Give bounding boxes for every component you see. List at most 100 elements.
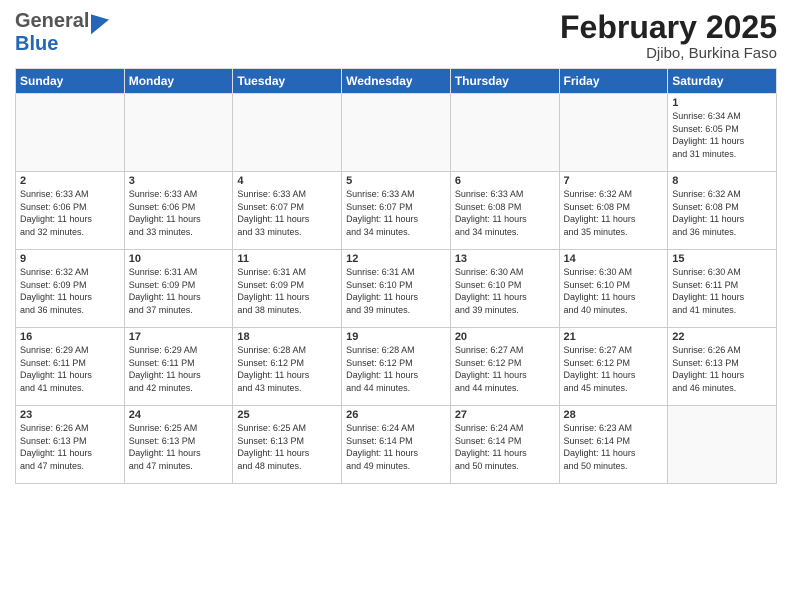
day-info: Sunrise: 6:31 AMSunset: 6:09 PMDaylight:… xyxy=(129,266,229,316)
table-row: 16Sunrise: 6:29 AMSunset: 6:11 PMDayligh… xyxy=(16,328,125,406)
table-row: 6Sunrise: 6:33 AMSunset: 6:08 PMDaylight… xyxy=(450,172,559,250)
table-row: 25Sunrise: 6:25 AMSunset: 6:13 PMDayligh… xyxy=(233,406,342,484)
calendar-week-row: 2 Sunrise: 6:33 AMSunset: 6:06 PMDaylight… xyxy=(16,172,777,250)
day-info: Sunrise: 6:24 AMSunset: 6:14 PMDaylight:… xyxy=(455,422,555,472)
day-info: Sunrise: 6:25 AMSunset: 6:13 PMDaylight:… xyxy=(237,422,337,472)
day-number: 12 xyxy=(346,253,446,265)
table-row: 4Sunrise: 6:33 AMSunset: 6:07 PMDaylight… xyxy=(233,172,342,250)
table-row: 17Sunrise: 6:29 AMSunset: 6:11 PMDayligh… xyxy=(124,328,233,406)
day-number: 1 xyxy=(672,97,772,109)
table-row: 22Sunrise: 6:26 AMSunset: 6:13 PMDayligh… xyxy=(668,328,777,406)
day-info: Sunrise: 6:31 AMSunset: 6:10 PMDaylight:… xyxy=(346,266,446,316)
col-wednesday: Wednesday xyxy=(342,69,451,94)
calendar-week-row: 16Sunrise: 6:29 AMSunset: 6:11 PMDayligh… xyxy=(16,328,777,406)
table-row xyxy=(450,94,559,172)
table-row: 20Sunrise: 6:27 AMSunset: 6:12 PMDayligh… xyxy=(450,328,559,406)
day-info: Sunrise: 6:33 AMSunset: 6:08 PMDaylight:… xyxy=(455,188,555,238)
day-info: Sunrise: 6:28 AMSunset: 6:12 PMDaylight:… xyxy=(237,344,337,394)
day-info: Sunrise: 6:28 AMSunset: 6:12 PMDaylight:… xyxy=(346,344,446,394)
table-row: 5Sunrise: 6:33 AMSunset: 6:07 PMDaylight… xyxy=(342,172,451,250)
day-number: 8 xyxy=(672,175,772,187)
day-number: 17 xyxy=(129,331,229,343)
logo: General Blue xyxy=(15,10,111,56)
table-row: 15Sunrise: 6:30 AMSunset: 6:11 PMDayligh… xyxy=(668,250,777,328)
page-container: General Blue February 2025 Djibo, Burkin… xyxy=(0,0,792,494)
col-thursday: Thursday xyxy=(450,69,559,94)
day-number: 20 xyxy=(455,331,555,343)
col-saturday: Saturday xyxy=(668,69,777,94)
table-row: 7Sunrise: 6:32 AMSunset: 6:08 PMDaylight… xyxy=(559,172,668,250)
col-sunday: Sunday xyxy=(16,69,125,94)
day-number: 23 xyxy=(20,409,120,421)
table-row: 27Sunrise: 6:24 AMSunset: 6:14 PMDayligh… xyxy=(450,406,559,484)
table-row: 10Sunrise: 6:31 AMSunset: 6:09 PMDayligh… xyxy=(124,250,233,328)
day-number: 27 xyxy=(455,409,555,421)
table-row xyxy=(559,94,668,172)
day-info: Sunrise: 6:30 AMSunset: 6:10 PMDaylight:… xyxy=(455,266,555,316)
table-row xyxy=(16,94,125,172)
day-number: 10 xyxy=(129,253,229,265)
day-info: Sunrise: 6:27 AMSunset: 6:12 PMDaylight:… xyxy=(564,344,664,394)
day-info: Sunrise: 6:30 AMSunset: 6:11 PMDaylight:… xyxy=(672,266,772,316)
table-row xyxy=(342,94,451,172)
calendar-header-row: Sunday Monday Tuesday Wednesday Thursday… xyxy=(16,69,777,94)
location: Djibo, Burkina Faso xyxy=(560,45,777,62)
calendar-week-row: 1Sunrise: 6:34 AMSunset: 6:05 PMDaylight… xyxy=(16,94,777,172)
table-row: 18Sunrise: 6:28 AMSunset: 6:12 PMDayligh… xyxy=(233,328,342,406)
day-number: 24 xyxy=(129,409,229,421)
table-row: 23Sunrise: 6:26 AMSunset: 6:13 PMDayligh… xyxy=(16,406,125,484)
table-row: 13Sunrise: 6:30 AMSunset: 6:10 PMDayligh… xyxy=(450,250,559,328)
col-tuesday: Tuesday xyxy=(233,69,342,94)
day-info: Sunrise: 6:32 AMSunset: 6:08 PMDaylight:… xyxy=(672,188,772,238)
day-info: Sunrise: 6:25 AMSunset: 6:13 PMDaylight:… xyxy=(129,422,229,472)
day-number: 3 xyxy=(129,175,229,187)
day-number: 15 xyxy=(672,253,772,265)
table-row xyxy=(124,94,233,172)
day-info: Sunrise: 6:24 AMSunset: 6:14 PMDaylight:… xyxy=(346,422,446,472)
day-info: Sunrise: 6:33 AMSunset: 6:07 PMDaylight:… xyxy=(346,188,446,238)
logo-triangle-icon xyxy=(91,9,109,34)
day-info: Sunrise: 6:23 AMSunset: 6:14 PMDaylight:… xyxy=(564,422,664,472)
calendar-week-row: 9Sunrise: 6:32 AMSunset: 6:09 PMDaylight… xyxy=(16,250,777,328)
day-number: 2 xyxy=(20,175,120,187)
day-number: 25 xyxy=(237,409,337,421)
logo-blue-text: Blue xyxy=(15,33,58,56)
day-number: 16 xyxy=(20,331,120,343)
day-number: 28 xyxy=(564,409,664,421)
day-number: 11 xyxy=(237,253,337,265)
day-info: Sunrise: 6:31 AMSunset: 6:09 PMDaylight:… xyxy=(237,266,337,316)
day-info: Sunrise: 6:26 AMSunset: 6:13 PMDaylight:… xyxy=(672,344,772,394)
table-row xyxy=(233,94,342,172)
day-info: Sunrise: 6:33 AMSunset: 6:06 PMDaylight:… xyxy=(129,188,229,238)
day-number: 26 xyxy=(346,409,446,421)
col-monday: Monday xyxy=(124,69,233,94)
logo-general-text: General xyxy=(15,10,89,33)
table-row: 14Sunrise: 6:30 AMSunset: 6:10 PMDayligh… xyxy=(559,250,668,328)
table-row: 9Sunrise: 6:32 AMSunset: 6:09 PMDaylight… xyxy=(16,250,125,328)
table-row: 28Sunrise: 6:23 AMSunset: 6:14 PMDayligh… xyxy=(559,406,668,484)
day-number: 6 xyxy=(455,175,555,187)
day-number: 14 xyxy=(564,253,664,265)
table-row: 26Sunrise: 6:24 AMSunset: 6:14 PMDayligh… xyxy=(342,406,451,484)
table-row: 1Sunrise: 6:34 AMSunset: 6:05 PMDaylight… xyxy=(668,94,777,172)
day-info: Sunrise: 6:29 AMSunset: 6:11 PMDaylight:… xyxy=(20,344,120,394)
day-number: 4 xyxy=(237,175,337,187)
day-number: 21 xyxy=(564,331,664,343)
day-info: Sunrise: 6:27 AMSunset: 6:12 PMDaylight:… xyxy=(455,344,555,394)
day-info: Sunrise: 6:32 AMSunset: 6:08 PMDaylight:… xyxy=(564,188,664,238)
table-row: 11Sunrise: 6:31 AMSunset: 6:09 PMDayligh… xyxy=(233,250,342,328)
day-info: Sunrise: 6:29 AMSunset: 6:11 PMDaylight:… xyxy=(129,344,229,394)
col-friday: Friday xyxy=(559,69,668,94)
month-title: February 2025 xyxy=(560,10,777,45)
day-number: 13 xyxy=(455,253,555,265)
day-number: 18 xyxy=(237,331,337,343)
day-number: 19 xyxy=(346,331,446,343)
day-number: 9 xyxy=(20,253,120,265)
title-block: February 2025 Djibo, Burkina Faso xyxy=(560,10,777,62)
calendar-table: Sunday Monday Tuesday Wednesday Thursday… xyxy=(15,68,777,484)
table-row: 8Sunrise: 6:32 AMSunset: 6:08 PMDaylight… xyxy=(668,172,777,250)
day-info: Sunrise: 6:30 AMSunset: 6:10 PMDaylight:… xyxy=(564,266,664,316)
day-number: 22 xyxy=(672,331,772,343)
day-number: 5 xyxy=(346,175,446,187)
day-number: 7 xyxy=(564,175,664,187)
